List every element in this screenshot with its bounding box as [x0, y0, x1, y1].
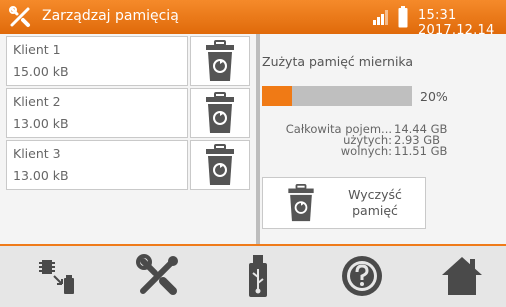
memory-transfer-icon	[39, 260, 74, 294]
home-button[interactable]	[432, 250, 492, 302]
clear-memory-line2: pamięć	[352, 203, 398, 218]
clear-memory-line1: Wyczyść	[348, 187, 402, 202]
client-size: 13.00 kB	[13, 168, 69, 183]
memory-percent: 20%	[420, 89, 448, 104]
list-item: Klient 1 15.00 kB	[6, 36, 250, 86]
bottom-toolbar	[0, 246, 506, 307]
battery-icon	[398, 6, 408, 28]
client-name: Klient 1	[13, 42, 61, 57]
tools-icon	[9, 6, 30, 27]
free-value: 11.51 GB	[394, 144, 448, 158]
free-label: wolnych:	[340, 144, 392, 158]
client-card[interactable]: Klient 3 13.00 kB	[6, 140, 188, 190]
memory-stat-values: 14.44 GB 2.93 GB 11.51 GB	[394, 123, 448, 158]
main-area: Klient 1 15.00 kB Klient 2 13.00 kB Klie…	[0, 34, 506, 244]
usb-icon	[249, 255, 267, 297]
clear-memory-button[interactable]: Wyczyść pamięć	[262, 177, 426, 229]
list-item: Klient 3 13.00 kB	[6, 140, 250, 190]
help-icon	[342, 256, 382, 296]
trash-icon	[206, 144, 234, 185]
delete-client-button[interactable]	[190, 36, 250, 86]
memory-panel: Zużyta pamięć miernika 20% Całkowita poj…	[262, 34, 506, 244]
client-card[interactable]: Klient 1 15.00 kB	[6, 36, 188, 86]
delete-client-button[interactable]	[190, 140, 250, 190]
client-name: Klient 3	[13, 146, 61, 161]
memory-usage-bar	[262, 86, 412, 106]
memory-transfer-button[interactable]	[28, 250, 88, 302]
title-bar: Zarządzaj pamięcią 15:31 2017.12.14	[0, 0, 506, 38]
help-button[interactable]	[332, 250, 392, 302]
settings-tools-icon	[136, 254, 178, 295]
delete-client-button[interactable]	[190, 88, 250, 138]
trash-icon	[206, 40, 234, 81]
memory-usage-fill	[262, 86, 292, 106]
client-list: Klient 1 15.00 kB Klient 2 13.00 kB Klie…	[0, 34, 252, 244]
page-title: Zarządzaj pamięcią	[42, 8, 179, 24]
panel-divider	[256, 34, 260, 244]
clear-memory-label: Wyczyść pamięć	[335, 187, 415, 219]
usb-button[interactable]	[228, 250, 288, 302]
client-size: 15.00 kB	[13, 64, 69, 79]
trash-icon	[206, 92, 234, 133]
client-size: 13.00 kB	[13, 116, 69, 131]
signal-icon	[373, 10, 388, 25]
list-item: Klient 2 13.00 kB	[6, 88, 250, 138]
memory-used-title: Zużyta pamięć miernika	[262, 54, 414, 69]
home-icon	[442, 257, 482, 295]
memory-stat-labels: Całkowita pojem... użytych: wolnych:	[264, 123, 392, 158]
trash-icon	[288, 184, 314, 222]
client-card[interactable]: Klient 2 13.00 kB	[6, 88, 188, 138]
settings-tools-button[interactable]	[128, 250, 188, 302]
client-name: Klient 2	[13, 94, 61, 109]
